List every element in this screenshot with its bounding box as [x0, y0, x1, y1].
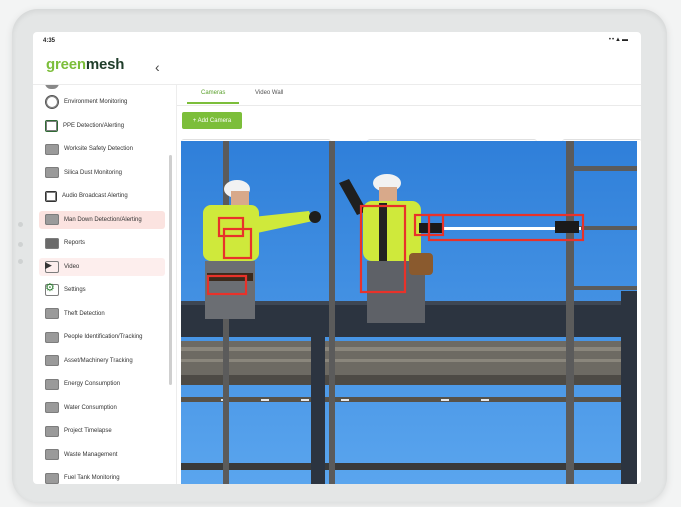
sidebar-item-label: People Identification/Tracking: [64, 334, 143, 340]
tab-bar: Cameras Video Wall: [177, 85, 641, 106]
sidebar-item-worksite-safety-detection[interactable]: Worksite Safety Detection: [39, 140, 165, 158]
people-icon: [45, 331, 59, 343]
sidebar-item-audio-broadcast-alerting[interactable]: Audio Broadcast Alerting: [39, 187, 165, 205]
sidebar-item-video[interactable]: Video: [39, 257, 165, 276]
energy-icon: [45, 378, 59, 390]
status-time: 4:35: [43, 38, 56, 44]
environment-icon: [45, 95, 59, 109]
logo-mesh: mesh: [85, 56, 125, 73]
audio-icon: [45, 190, 57, 202]
reports-icon: [45, 237, 59, 249]
sidebar-item-label: Worksite Safety Detection: [64, 146, 133, 152]
theft-icon: [45, 308, 59, 319]
sidebar-item-label: Silica Dust Monitoring: [64, 169, 123, 176]
sidebar: Environment Monitoring PPE Detection/Aler…: [33, 85, 177, 484]
sidebar-scrollbar[interactable]: [169, 155, 172, 385]
sidebar-item-theft-detection[interactable]: Theft Detection: [39, 305, 165, 323]
video-icon: [45, 261, 59, 273]
tab-video-wall[interactable]: Video Wall: [255, 90, 283, 96]
sidebar-item-label: Energy Consumption: [64, 381, 121, 387]
man-down-icon: [45, 214, 59, 225]
waste-icon: [45, 449, 59, 460]
camera-feed[interactable]: [181, 141, 637, 484]
sidebar-item-asset-machinery-tracking[interactable]: Asset/Machinery Tracking: [39, 352, 165, 370]
sidebar-item-people-identification-tracking[interactable]: People Identification/Tracking: [39, 328, 165, 346]
fuel-icon: [45, 472, 59, 484]
timelapse-icon: [45, 425, 59, 437]
main-content: Cameras Video Wall + Add Camera: [177, 85, 641, 484]
collapse-sidebar-button[interactable]: ‹: [155, 59, 160, 75]
sidebar-item-label: Project Timelapse: [64, 428, 112, 434]
sidebar-item-project-timelapse[interactable]: Project Timelapse: [39, 422, 165, 440]
app-header: greenmesh ‹: [33, 50, 641, 85]
sidebar-item-water-consumption[interactable]: Water Consumption: [39, 399, 165, 417]
sidebar-item-label: Fuel Tank Monitoring: [64, 475, 120, 481]
sidebar-item-label: Waste Management: [64, 451, 118, 458]
status-icons: ••▲▬: [608, 37, 629, 43]
sidebar-item-label: Audio Broadcast Alerting: [62, 193, 128, 199]
sidebar-item-reports[interactable]: Reports: [39, 234, 165, 252]
ppe-icon: [45, 119, 58, 132]
partial-icon: [45, 85, 59, 89]
side-sensor-dot: [18, 222, 23, 227]
sidebar-item-label: Video: [64, 263, 80, 270]
sidebar-item-fuel-tank-monitoring[interactable]: Fuel Tank Monitoring: [39, 469, 165, 484]
asset-icon: [45, 355, 59, 366]
sidebar-item-energy-consumption[interactable]: Energy Consumption: [39, 375, 165, 393]
sidebar-item-environment-monitoring[interactable]: Environment Monitoring: [39, 93, 165, 111]
worksite-icon: [45, 143, 59, 155]
sidebar-item-label: Theft Detection: [64, 310, 105, 317]
sidebar-item-label: PPE Detection/Alerting: [63, 122, 125, 129]
sidebar-item-label: Asset/Machinery Tracking: [64, 357, 133, 364]
sidebar-item-label: Reports: [64, 240, 86, 246]
sidebar-item-label: Settings: [64, 287, 86, 293]
sidebar-item-label: Environment Monitoring: [64, 99, 128, 105]
sidebar-item-ppe-detection-alerting[interactable]: PPE Detection/Alerting: [39, 117, 165, 135]
tab-cameras[interactable]: Cameras: [201, 90, 225, 96]
sidebar-item-man-down-detection-alerting[interactable]: Man Down Detection/Alerting: [39, 210, 165, 229]
sidebar-item-waste-management[interactable]: Waste Management: [39, 446, 165, 464]
side-sensor-dot: [18, 259, 23, 264]
add-camera-button[interactable]: + Add Camera: [182, 112, 242, 129]
camera-feed-image: [181, 141, 637, 484]
sidebar-item-label: Man Down Detection/Alerting: [64, 216, 142, 223]
status-bar: 4:35 ••▲▬: [33, 32, 641, 50]
active-tab-indicator: [187, 102, 239, 104]
water-icon: [45, 402, 59, 413]
sidebar-item-label: Water Consumption: [64, 404, 117, 411]
logo-green: green: [46, 56, 86, 73]
dust-icon: [45, 167, 59, 178]
greenmesh-logo[interactable]: greenmesh: [46, 56, 124, 73]
sidebar-item-silica-dust-monitoring[interactable]: Silica Dust Monitoring: [39, 164, 165, 182]
app-screen: 4:35 ••▲▬ greenmesh ‹ Environment Monito…: [33, 32, 641, 484]
side-sensor-dot: [18, 242, 23, 247]
settings-gear-icon: [45, 284, 59, 296]
sidebar-item-settings[interactable]: Settings: [39, 281, 165, 299]
